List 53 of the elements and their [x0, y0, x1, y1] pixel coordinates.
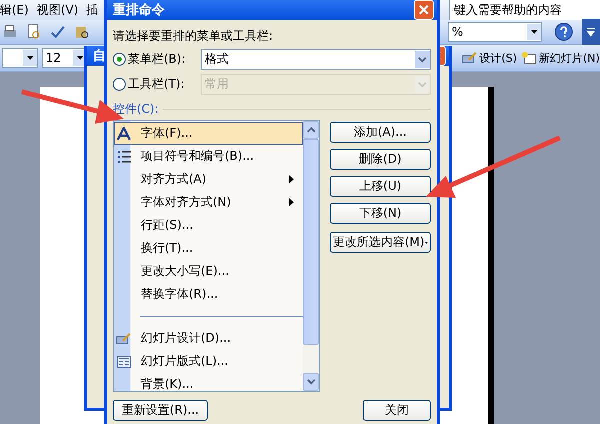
command-item[interactable]: 项目符号和编号(B)... [114, 145, 303, 168]
toolbar-button[interactable]: 新幻灯片(N) [521, 50, 600, 66]
command-item[interactable]: 替换字体(R)... [114, 283, 303, 306]
command-item[interactable]: 字体对齐方式(N) [114, 191, 303, 214]
caret-icon [76, 56, 84, 60]
menu-item[interactable]: 辑(E) [0, 2, 29, 18]
letter-icon [117, 126, 131, 140]
pencil-icon [116, 332, 132, 346]
caret-icon [424, 240, 428, 244]
print-icon[interactable] [2, 24, 18, 40]
menu-item[interactable]: 插 [86, 2, 99, 18]
pencil-icon [462, 51, 478, 65]
chevron-down-icon [306, 379, 316, 385]
command-button[interactable]: 添加(A)... [330, 122, 431, 143]
command-item[interactable]: 更改大小写(E)... [114, 260, 303, 283]
zoom-dropdown[interactable]: % [448, 22, 542, 42]
command-item[interactable]: 字体(F)... [114, 122, 303, 145]
close-icon [419, 5, 429, 15]
radio-option[interactable]: 菜单栏(B): [113, 51, 186, 68]
help-icon[interactable] [554, 22, 574, 42]
scrollbar[interactable] [303, 121, 319, 391]
caret-icon [26, 56, 34, 60]
command-button[interactable]: 上移(U) [330, 176, 431, 197]
help-search-field[interactable]: 键入需要帮助的内容 [449, 0, 600, 20]
print-preview-icon[interactable] [26, 24, 42, 40]
caret-icon [530, 30, 538, 34]
menu-item[interactable]: 视图(V) [36, 2, 79, 18]
font-name-dropdown[interactable] [2, 48, 38, 68]
close-dialog-button[interactable]: 关闭 [363, 400, 431, 421]
layout-icon [117, 356, 131, 368]
toolbar-options-icon[interactable] [582, 19, 600, 45]
dialog-title: 重排命令 [113, 2, 165, 19]
bullet-list-icon [117, 150, 131, 164]
chevron-up-icon [306, 127, 316, 133]
radio-button[interactable] [113, 53, 126, 66]
command-item[interactable]: 背景(K)... [114, 373, 303, 396]
toolbar-dropdown[interactable]: 格式 [201, 49, 431, 70]
toolbar-button[interactable]: 设计(S) [462, 50, 518, 66]
new-slide-icon [521, 51, 538, 65]
command-button[interactable]: 删除(D) [330, 149, 431, 170]
dialog-title: 自 [93, 48, 106, 65]
command-item[interactable]: 行距(S)... [114, 214, 303, 237]
close-button[interactable] [414, 0, 434, 20]
chevron-down-icon [418, 82, 427, 88]
command-item[interactable]: 幻灯片设计(D)... [114, 327, 303, 350]
reset-button[interactable]: 重新设置(R)... [113, 400, 208, 421]
command-item[interactable]: 幻灯片版式(L)... [114, 350, 303, 373]
command-item[interactable]: 对齐方式(A) [114, 168, 303, 191]
command-item[interactable]: 换行(T)... [114, 237, 303, 260]
prompt-label: 请选择要重排的菜单或工具栏: [113, 28, 274, 45]
modify-selection-button[interactable]: 更改所选内容(M) [330, 232, 431, 253]
command-button[interactable]: 下移(N) [330, 203, 431, 224]
chevron-down-icon [418, 56, 427, 62]
